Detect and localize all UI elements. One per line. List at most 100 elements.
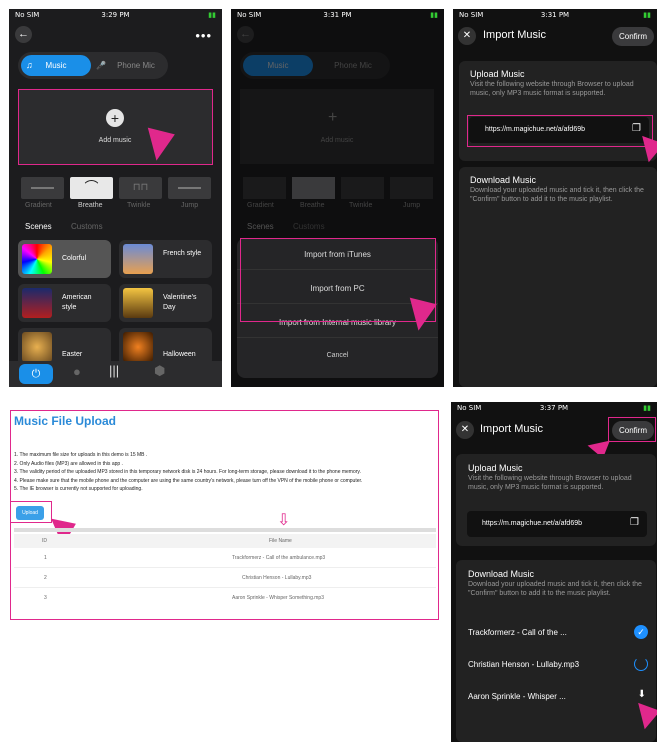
download-description: Download your uploaded music and tick it… — [468, 581, 642, 597]
back-button[interactable]: ← — [15, 26, 32, 43]
clock: 3:31 PM — [540, 11, 570, 19]
upload-url: https://m.magichue.net/a/afd69b — [482, 520, 583, 527]
scene-french[interactable]: French style — [119, 240, 212, 278]
download-section: Download Music Download your uploaded mu… — [459, 167, 657, 387]
scene-easter-label: Easter — [62, 351, 83, 358]
screen-import-music: No SIM 3:31 PM ▮▮ ✕ Import Music Confirm… — [453, 9, 657, 387]
mode-breathe-label: Breathe — [78, 202, 103, 209]
tab-music[interactable]: Music — [243, 55, 313, 76]
screen-import-sheet: No SIM 3:31 PM ▮▮ ← Music Phone Mic + Ad… — [231, 9, 444, 387]
download-section: Download Music Download your uploaded mu… — [456, 560, 656, 742]
scene-valentine-label: Valentine's Day — [163, 294, 197, 311]
copy-icon[interactable]: ❐ — [630, 517, 639, 528]
mode-jump-label: Jump — [403, 202, 421, 209]
tab-phone-mic[interactable]: Phone Mic — [318, 55, 388, 76]
screen-import-music-confirm: No SIM 3:37 PM ▮▮ ✕ Import Music Confirm… — [451, 402, 657, 742]
tab-scenes[interactable]: Scenes — [247, 222, 274, 231]
scene-american-label: American style — [62, 294, 92, 311]
scene-colorful[interactable]: Colorful — [18, 240, 111, 278]
battery-icon: ▮▮ — [208, 11, 216, 19]
mode-twinkle[interactable]: ⊓⊓ — [119, 177, 162, 199]
mode-gradient-label: Gradient — [25, 202, 52, 209]
scene-american-thumb — [22, 288, 52, 318]
tab-customs[interactable]: Customs — [293, 222, 325, 231]
close-icon[interactable]: ✕ — [458, 27, 476, 45]
mode-row: Gradient Breathe Twinkle Jump — [243, 177, 433, 213]
scene-colorful-thumb — [22, 244, 52, 274]
cancel-button[interactable]: Cancel — [237, 352, 438, 359]
tab-music-label: Music — [45, 61, 67, 70]
tab-music-label: Music — [267, 61, 289, 70]
url-box[interactable]: https://m.magichue.net/a/afd69b ❐ — [467, 511, 647, 537]
mic-icon: 🎤 — [96, 61, 106, 70]
clock: 3:37 PM — [539, 404, 569, 412]
add-music-button[interactable]: + Add music — [240, 89, 434, 164]
mode-twinkle-label: Twinkle — [127, 202, 151, 209]
battery-icon: ▮▮ — [643, 11, 651, 19]
check-icon[interactable]: ✓ — [634, 625, 648, 639]
bulb-icon[interactable]: ● — [73, 364, 81, 379]
status-bar: No SIM 3:29 PM ▮▮ — [9, 9, 222, 23]
page-title: Import Music — [483, 29, 546, 41]
hexagon-icon[interactable]: ⬢ — [154, 363, 165, 379]
mode-row: ⌒ ⊓⊓ Gradient Breathe Twinkle Jump — [21, 177, 211, 213]
song-title: Aaron Sprinkle - Whisper ... — [468, 692, 566, 701]
scene-valentine[interactable]: Valentine's Day — [119, 284, 212, 322]
screen-music-home: No SIM 3:29 PM ▮▮ ← ••• ♫ Music 🎤 Phone Mi… — [9, 9, 222, 387]
list-item[interactable]: Trackformerz - Call of the ... ✓ — [468, 622, 650, 644]
mode-gradient[interactable] — [21, 177, 64, 199]
mode-breathe-label: Breathe — [300, 202, 325, 209]
add-music-label: Add music — [320, 137, 354, 144]
download-title: Download Music — [468, 569, 535, 579]
upload-description: Visit the following website through Brow… — [468, 475, 632, 491]
back-button[interactable]: ← — [237, 26, 254, 43]
tab-phone-mic-label: Phone Mic — [117, 61, 155, 70]
upload-description: Visit the following website through Brow… — [470, 81, 634, 97]
mode-twinkle[interactable] — [341, 177, 384, 199]
list-item[interactable]: Christian Henson - Lullaby.mp3 — [468, 654, 650, 676]
scene-american[interactable]: American style — [18, 284, 111, 322]
scene-french-thumb — [123, 244, 153, 274]
web-highlight-border — [10, 410, 439, 620]
scene-colorful-label: Colorful — [62, 255, 87, 262]
sound-wave-icon[interactable]: ||| — [109, 363, 119, 378]
upload-section: Upload Music Visit the following website… — [456, 454, 656, 546]
scene-easter-thumb — [22, 332, 52, 362]
tab-phone-mic[interactable]: 🎤 Phone Mic — [96, 55, 166, 76]
tab-phone-mic-label: Phone Mic — [334, 61, 372, 70]
song-title: Trackformerz - Call of the ... — [468, 628, 567, 637]
mode-jump[interactable] — [168, 177, 211, 199]
mode-breathe[interactable] — [292, 177, 335, 199]
upload-title: Upload Music — [470, 69, 525, 79]
mode-gradient[interactable] — [243, 177, 286, 199]
song-title: Christian Henson - Lullaby.mp3 — [468, 660, 580, 669]
plus-icon: + — [328, 109, 338, 126]
source-tabs: ♫ Music 🎤 Phone Mic — [18, 52, 168, 79]
clock: 3:29 PM — [101, 11, 130, 19]
upload-title: Upload Music — [468, 463, 523, 473]
close-icon[interactable]: ✕ — [456, 421, 474, 439]
status-bar: No SIM 3:31 PM ▮▮ — [453, 9, 657, 23]
tab-customs[interactable]: Customs — [71, 222, 103, 231]
loading-spinner-icon — [634, 657, 648, 671]
download-title: Download Music — [470, 175, 537, 185]
more-button[interactable]: ••• — [195, 28, 212, 43]
highlight-box — [608, 417, 656, 442]
scene-valentine-thumb — [123, 288, 153, 318]
mode-breathe[interactable]: ⌒ — [70, 177, 113, 199]
scene-halloween-thumb — [123, 332, 153, 362]
confirm-button[interactable]: Confirm — [612, 27, 654, 46]
page-title: Import Music — [480, 423, 543, 435]
mode-jump[interactable] — [390, 177, 433, 199]
status-bar: No SIM 3:37 PM ▮▮ — [451, 402, 657, 416]
download-description: Download your uploaded music and tick it… — [470, 187, 644, 203]
highlight-box — [467, 115, 653, 147]
tab-music[interactable]: ♫ Music — [21, 55, 91, 76]
power-icon[interactable]: ⏻ — [19, 364, 53, 384]
mode-gradient-label: Gradient — [247, 202, 274, 209]
tab-scenes[interactable]: Scenes — [25, 222, 52, 231]
list-item[interactable]: Aaron Sprinkle - Whisper ... ⬇ — [468, 686, 650, 708]
scene-french-label: French style — [163, 250, 202, 257]
battery-icon: ▮▮ — [430, 11, 438, 19]
bottom-nav: ⏻ ● ||| ⬢ — [9, 361, 222, 387]
